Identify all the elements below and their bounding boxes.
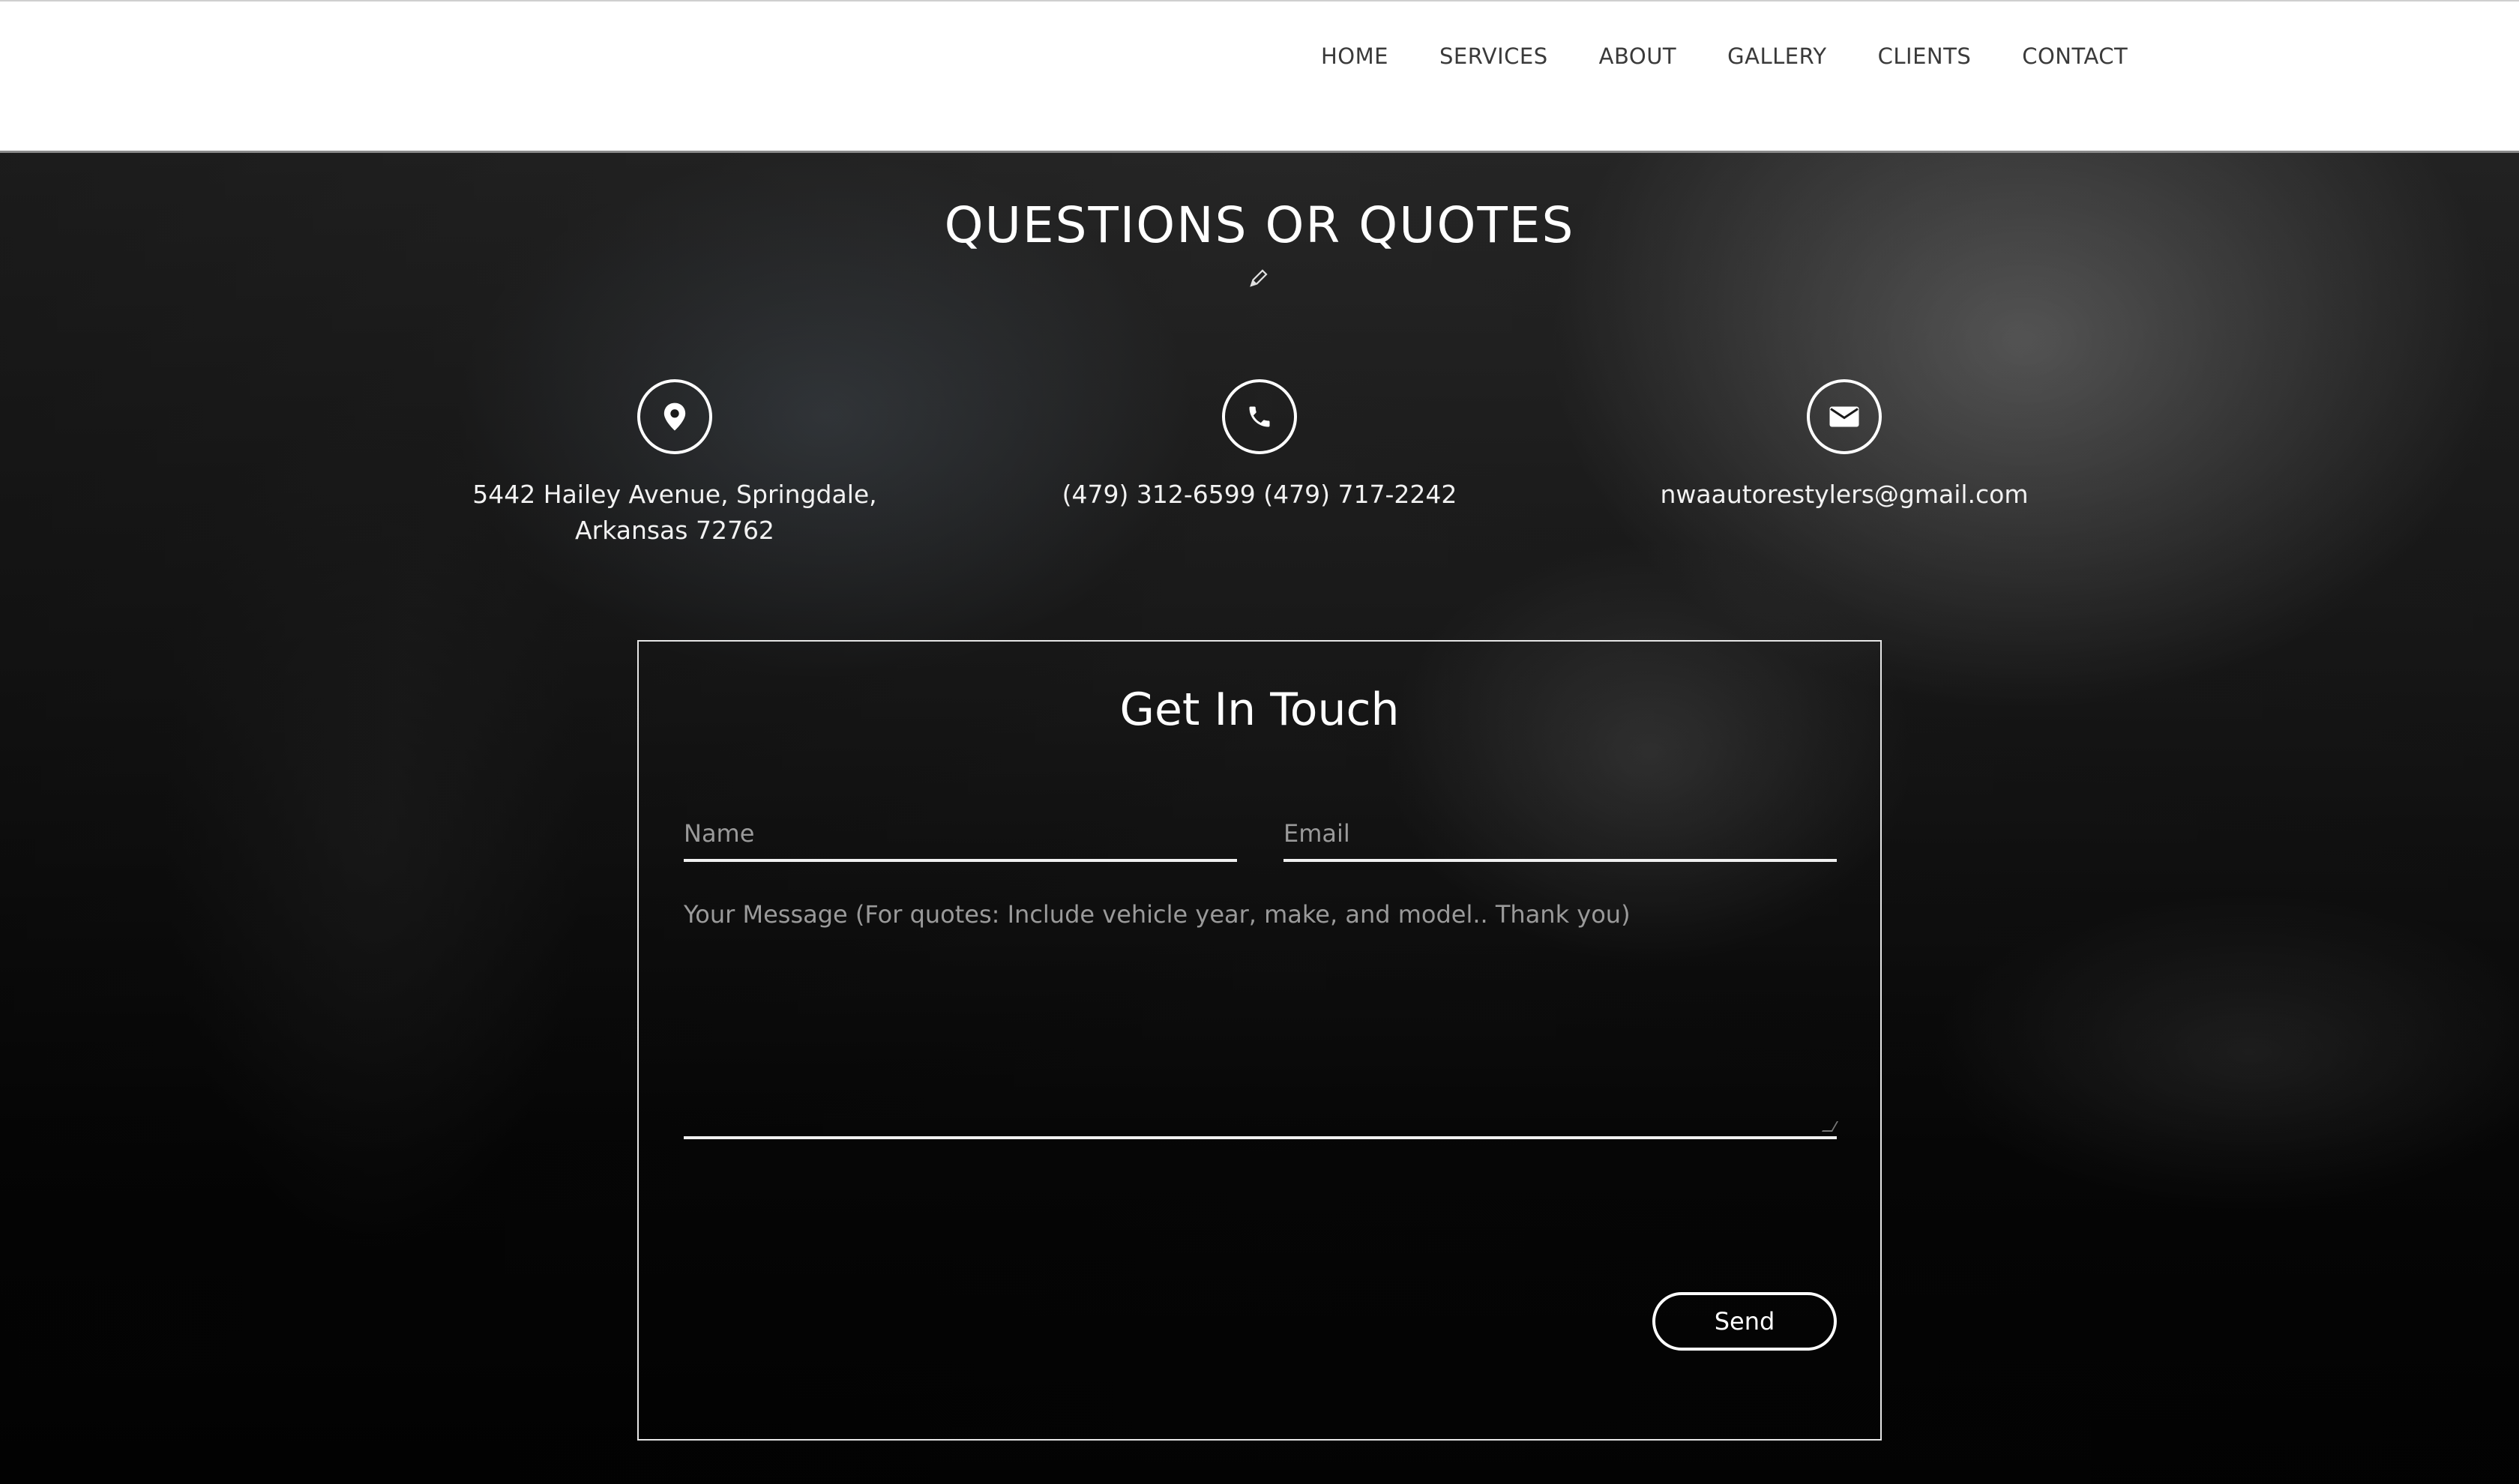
- contact-email: nwaautorestylers@gmail.com: [1582, 379, 2107, 513]
- pencil-icon[interactable]: [1248, 267, 1270, 289]
- contact-form: Get In Touch Send: [637, 640, 1882, 1441]
- nav-gallery[interactable]: GALLERY: [1727, 43, 1826, 69]
- map-pin-icon: [637, 379, 712, 454]
- main-nav: HOME SERVICES ABOUT GALLERY CLIENTS CONT…: [1321, 43, 2128, 69]
- address-text: 5442 Hailey Avenue, Springdale, Arkansas…: [472, 480, 877, 545]
- name-input[interactable]: [684, 808, 1237, 856]
- contact-phone: (479) 312-6599 (479) 717-2242: [997, 379, 1522, 513]
- contact-address: 5442 Hailey Avenue, Springdale, Arkansas…: [412, 379, 937, 549]
- form-title: Get In Touch: [1119, 684, 1400, 736]
- section-title: QUESTIONS OR QUOTES: [944, 196, 1575, 254]
- site-header: HOME SERVICES ABOUT GALLERY CLIENTS CONT…: [0, 0, 2519, 153]
- message-textarea[interactable]: [684, 898, 1837, 1130]
- nav-clients[interactable]: CLIENTS: [1878, 43, 1972, 69]
- envelope-icon: [1807, 379, 1882, 454]
- phone-text: (479) 312-6599 (479) 717-2242: [1062, 480, 1457, 509]
- phone-icon: [1222, 379, 1297, 454]
- name-field-wrapper: [684, 808, 1237, 862]
- email-text[interactable]: nwaautorestylers@gmail.com: [1660, 477, 2028, 513]
- email-field-wrapper: [1283, 808, 1837, 862]
- nav-home[interactable]: HOME: [1321, 43, 1388, 69]
- nav-contact[interactable]: CONTACT: [2022, 43, 2128, 69]
- nav-services[interactable]: SERVICES: [1439, 43, 1548, 69]
- send-button[interactable]: Send: [1652, 1292, 1837, 1351]
- message-field-wrapper: [684, 898, 1839, 1139]
- nav-about[interactable]: ABOUT: [1599, 43, 1677, 69]
- email-input[interactable]: [1283, 808, 1837, 856]
